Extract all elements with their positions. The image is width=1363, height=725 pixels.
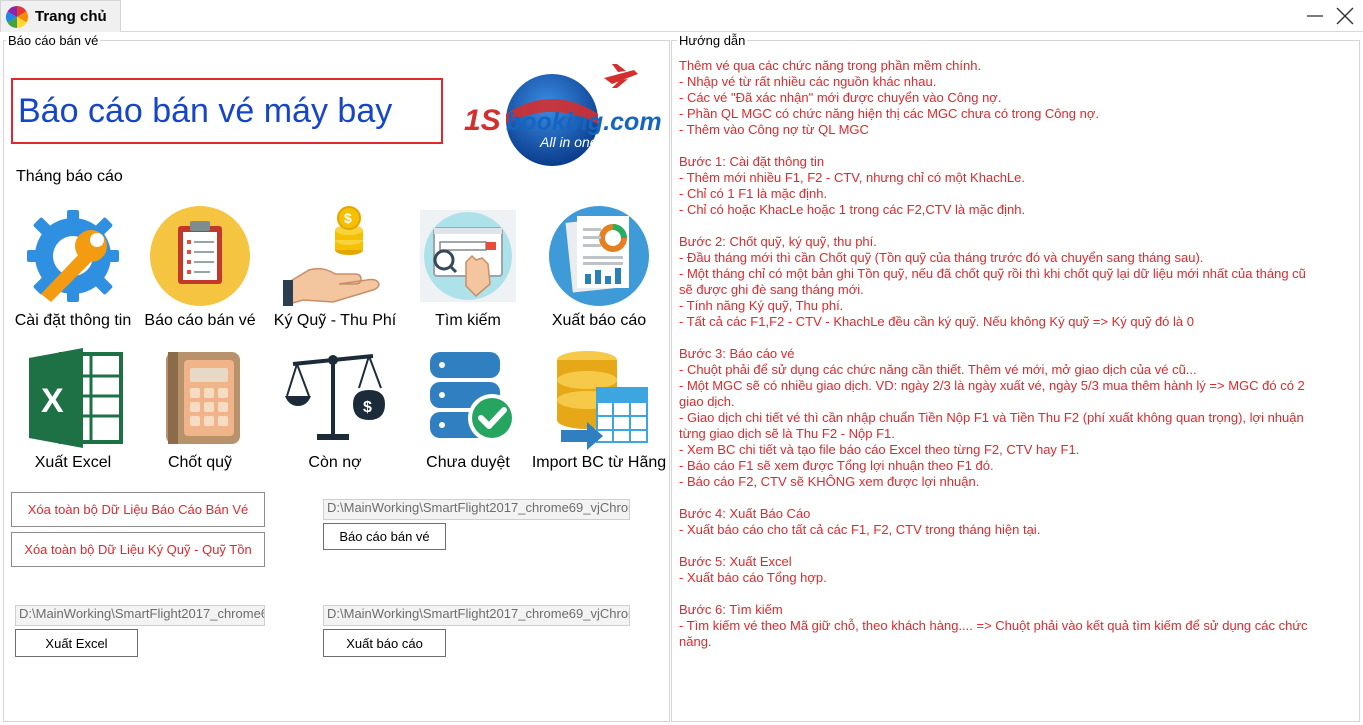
tile-label: Tìm kiếm <box>435 312 501 329</box>
database-import-icon <box>557 351 648 450</box>
clipboard-icon <box>150 206 250 306</box>
svg-text:$: $ <box>363 399 372 416</box>
report-title: Báo cáo bán vé máy bay <box>18 91 393 130</box>
tile-label: Còn nợ <box>308 454 362 471</box>
guide-text: Thêm vé qua các chức năng trong phần mềm… <box>679 58 1319 650</box>
tile-import-airline-report[interactable]: Import BC từ Hãng <box>532 346 666 486</box>
tile-label: Ký Quỹ - Thu Phí <box>273 312 397 329</box>
tile-export-report[interactable]: Xuất báo cáo <box>532 204 666 344</box>
calculator-icon <box>166 352 240 444</box>
scale-debt-icon: $ <box>285 354 385 440</box>
tile-label: Xuất báo cáo <box>551 312 647 329</box>
guide-step-5: Bước 5: Xuất Excel - Xuất báo cáo Tổng h… <box>679 554 827 585</box>
database-check-icon <box>430 352 516 442</box>
svg-text:$: $ <box>344 210 352 226</box>
tile-label: Báo cáo bán vé <box>144 312 256 329</box>
export-excel-button[interactable]: Xuất Excel <box>15 629 138 657</box>
main-window: Trang chủ Báo cáo bán vé Hướng dẫn Báo c… <box>0 0 1363 725</box>
export-report-path-field[interactable]: D:\MainWorking\SmartFlight2017_chrome69_… <box>323 605 630 626</box>
tile-label: Import BC từ Hãng <box>531 454 667 471</box>
brand-logo: 1S booking.com All in one <box>462 64 662 170</box>
tab-home[interactable]: Trang chủ <box>0 0 121 32</box>
delete-deposit-data-button[interactable]: Xóa toàn bộ Dữ Liệu Ký Quỹ - Quỹ Tồn <box>11 532 265 567</box>
guide-intro: Thêm vé qua các chức năng trong phần mềm… <box>679 58 1099 137</box>
tile-close-fund[interactable]: Chốt quỹ <box>133 346 267 486</box>
guide-step-6: Bước 6: Tìm kiếm - Tìm kiếm vé theo Mã g… <box>679 602 1308 649</box>
brand-number: 1S <box>464 104 501 137</box>
tile-label: Chốt quỹ <box>167 454 233 471</box>
guide-group-title: Hướng dẫn <box>677 33 748 48</box>
guide-step-1: Bước 1: Cài đặt thông tin - Thêm mới nhi… <box>679 154 1026 217</box>
settings-wrench-icon <box>27 210 119 302</box>
tile-export-excel[interactable]: X Xuất Excel <box>6 346 140 486</box>
excel-icon: X <box>29 348 123 448</box>
report-month-label: Tháng báo cáo <box>16 168 123 185</box>
sales-report-group-title: Báo cáo bán vé <box>6 33 101 48</box>
report-title-box: Báo cáo bán vé máy bay <box>11 78 443 144</box>
tile-search[interactable]: Tìm kiếm <box>401 204 535 344</box>
tab-strip: Trang chủ <box>0 0 1363 32</box>
search-hand-icon <box>420 210 516 302</box>
guide-step-4: Bước 4: Xuất Báo Cáo - Xuất báo cáo cho … <box>679 506 1041 537</box>
sales-report-button[interactable]: Báo cáo bán vé <box>323 523 446 550</box>
close-icon <box>1336 7 1354 25</box>
guide-step-3: Bước 3: Báo cáo vé - Chuột phải để sử dụ… <box>679 346 1305 489</box>
export-report-button[interactable]: Xuất báo cáo <box>323 629 446 657</box>
delete-sales-data-button[interactable]: Xóa toàn bộ Dữ Liệu Báo Cáo Bán Vé <box>11 492 265 527</box>
tile-pending-approval[interactable]: Chưa duyệt <box>401 346 535 486</box>
sales-report-path-field[interactable]: D:\MainWorking\SmartFlight2017_chrome69_… <box>323 499 630 520</box>
svg-text:X: X <box>41 382 64 420</box>
minimize-button[interactable] <box>1302 4 1328 28</box>
tile-label: Chưa duyệt <box>426 454 510 471</box>
color-wheel-icon <box>6 5 28 28</box>
minimize-icon <box>1307 15 1323 17</box>
guide-step-2: Bước 2: Chốt quỹ, ký quỹ, thu phí. - Đầu… <box>679 234 1306 329</box>
excel-path-field[interactable]: D:\MainWorking\SmartFlight2017_chrome69_… <box>15 605 265 626</box>
tab-label: Trang chủ <box>35 8 107 25</box>
close-button[interactable] <box>1332 4 1358 28</box>
tile-deposit-fee[interactable]: $ Ký Quỹ - Thu Phí <box>268 204 402 344</box>
brand-word: booking.com <box>506 108 662 136</box>
report-document-icon <box>549 206 649 306</box>
tile-sales-report[interactable]: Báo cáo bán vé <box>133 204 267 344</box>
hand-coins-icon: $ <box>283 206 380 306</box>
brand-tagline: All in one <box>540 134 598 150</box>
tile-settings[interactable]: Cài đặt thông tin <box>6 204 140 344</box>
tile-outstanding-debt[interactable]: $ Còn nợ <box>268 346 402 486</box>
